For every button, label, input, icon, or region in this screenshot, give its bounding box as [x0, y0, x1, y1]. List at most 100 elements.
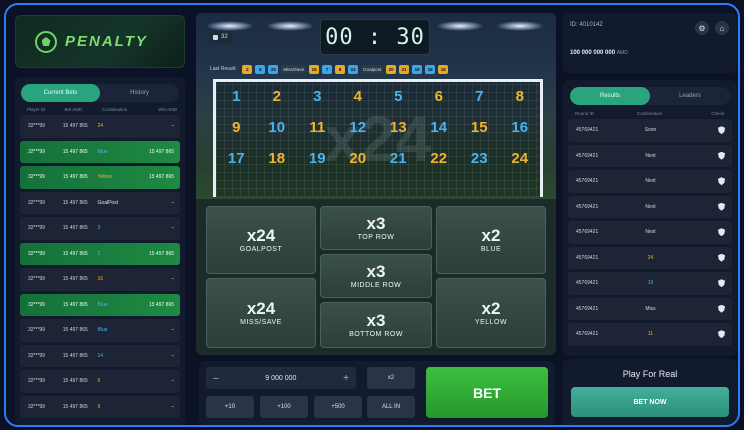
bets-panel: Current Bets History Player ID Bet AMD C… — [15, 77, 185, 425]
yellow-label: YELLOW — [474, 318, 508, 326]
bet-combination: Blue — [97, 301, 108, 308]
balance-value: 100 000 000 000 — [570, 50, 616, 56]
goal-number[interactable]: 8 — [500, 88, 541, 105]
bet-row: 32***99 15 497 865 3 – — [20, 217, 180, 240]
home-icon[interactable]: ⌂ — [715, 21, 729, 35]
bet-amount: 15 497 865 — [62, 148, 88, 155]
bet-bottom-row[interactable]: x3 BOTTOM ROW — [320, 302, 432, 348]
goal-number[interactable]: 19 — [297, 150, 338, 167]
last-results-bar: Last Result: 2 5 25 Miss/Save 15 7 8 24 Goalpost… — [210, 63, 542, 75]
yellow-multiplier: x2 — [481, 298, 501, 318]
round-badge: 32 — [209, 31, 232, 43]
tab-history[interactable]: History — [100, 84, 179, 102]
tab-leaders[interactable]: Leaders — [650, 87, 730, 105]
goal-number[interactable]: 18 — [257, 150, 298, 167]
bet-amount-value[interactable]: 9 000 000 — [265, 375, 296, 382]
goal-number[interactable]: 23 — [459, 150, 500, 167]
shield-check-icon[interactable] — [718, 330, 726, 339]
goal-number[interactable]: 11 — [297, 119, 338, 136]
result-row: 45769421 Next — [568, 195, 732, 218]
goal-number[interactable]: 13 — [378, 119, 419, 136]
goal-number[interactable]: 15 — [459, 119, 500, 136]
bet-goalpost[interactable]: x24 GOALPOST — [206, 206, 316, 274]
countdown-timer: 00 : 30 — [320, 19, 430, 55]
bet-miss-save[interactable]: x24 MISS/SAVE — [206, 278, 316, 348]
goal-number[interactable]: 12 — [338, 119, 379, 136]
goal-number[interactable]: 14 — [419, 119, 460, 136]
shield-check-icon[interactable] — [718, 253, 726, 262]
shield-check-icon[interactable] — [718, 279, 726, 288]
user-info: ID: 4010142 ⚙ ⌂ 100 000 000 000 AMD — [563, 13, 737, 73]
goal-number[interactable]: 2 — [257, 88, 298, 105]
bet-combination: Blue — [97, 327, 108, 334]
bet-row: 32***99 15 497 865 14 – — [20, 344, 180, 367]
last-result-chip: 25 — [268, 64, 279, 74]
add-500-button[interactable]: +500 — [314, 396, 362, 418]
bet-player-id: 32***99 — [28, 276, 45, 283]
bet-top-row[interactable]: x3 TOP ROW — [320, 206, 432, 250]
bet-win: – — [171, 225, 175, 232]
bet-player-id: 32***99 — [28, 250, 45, 257]
goal-number[interactable]: 6 — [419, 88, 460, 105]
last-result-chip: 5 — [255, 64, 266, 74]
bet-row: 32***99 15 497 865 16 – — [20, 268, 180, 291]
bet-combination: 3 — [97, 225, 101, 232]
goal-net: x24 1 2 3 4 5 6 7 8 9 10 11 12 13 14 15 16 17 18 19 20 21 22 2… — [213, 79, 543, 197]
header-round-id: Round ID — [575, 111, 595, 116]
bet-middle-row[interactable]: x3 MIDDLE ROW — [320, 254, 432, 298]
round-badge-value: 32 — [221, 34, 228, 40]
result-combination: 24 — [647, 254, 654, 261]
shield-check-icon[interactable] — [718, 228, 726, 237]
last-result-chip: 8 — [335, 64, 346, 74]
goal-number[interactable]: 22 — [419, 150, 460, 167]
bet-win: 15 497 865 — [148, 250, 175, 257]
goal-number[interactable]: 1 — [216, 88, 257, 105]
result-combination: Next — [645, 152, 656, 159]
goal-number[interactable]: 9 — [216, 119, 257, 136]
bet-now-button[interactable]: BET NOW — [571, 387, 729, 417]
goal-number[interactable]: 17 — [216, 150, 257, 167]
result-check — [675, 177, 726, 186]
bet-button[interactable]: BET — [426, 367, 548, 418]
user-balance: 100 000 000 000 AMD — [570, 50, 628, 56]
last-result-label: Last Result: — [210, 66, 237, 72]
results-tabs: Results Leaders — [570, 87, 730, 105]
all-in-button[interactable]: ALL IN — [367, 396, 415, 418]
goal-number[interactable]: 21 — [378, 150, 419, 167]
bet-row: 32***99 15 497 865 24 – — [20, 115, 180, 138]
goal-number-grid: 1 2 3 4 5 6 7 8 9 10 11 12 13 14 15 16 17 18 19 20 21 22 23 24 — [216, 88, 540, 167]
goal-number[interactable]: 24 — [500, 150, 541, 167]
stadium-light — [496, 21, 544, 31]
bet-yellow[interactable]: x2 YELLOW — [436, 278, 546, 348]
goal-number[interactable]: 3 — [297, 88, 338, 105]
result-row: 45769421 11 — [568, 323, 732, 346]
shield-check-icon[interactable] — [718, 202, 726, 211]
shield-check-icon[interactable] — [718, 177, 726, 186]
tab-results[interactable]: Results — [570, 87, 650, 105]
result-round-id: 45769421 — [576, 229, 599, 236]
increase-amount-button[interactable]: + — [343, 373, 349, 384]
shield-check-icon[interactable] — [718, 151, 726, 160]
goal-number[interactable]: 10 — [257, 119, 298, 136]
shield-check-icon[interactable] — [718, 304, 726, 313]
goal-number[interactable]: 4 — [338, 88, 379, 105]
gear-icon[interactable]: ⚙ — [695, 21, 709, 35]
last-result-chip: 15 — [309, 64, 320, 74]
goal-number[interactable]: 5 — [378, 88, 419, 105]
add-10-button[interactable]: +10 — [206, 396, 254, 418]
goal-number[interactable]: 16 — [500, 119, 541, 136]
decrease-amount-button[interactable]: – — [213, 373, 219, 384]
bet-blue[interactable]: x2 BLUE — [436, 206, 546, 274]
goal-number[interactable]: 7 — [459, 88, 500, 105]
bet-player-id: 32***99 — [28, 352, 45, 359]
tab-current-bets[interactable]: Current Bets — [21, 84, 100, 102]
shield-check-icon[interactable] — [718, 126, 726, 135]
last-result-chip: 21 — [399, 64, 410, 74]
bet-combination: 16 — [97, 276, 104, 283]
double-bet-button[interactable]: x2 — [367, 367, 415, 389]
bet-combination: 14 — [97, 352, 104, 359]
result-combination: 11 — [647, 331, 654, 338]
goal-number[interactable]: 20 — [338, 150, 379, 167]
stadium-light — [206, 21, 254, 31]
add-100-button[interactable]: +100 — [260, 396, 308, 418]
